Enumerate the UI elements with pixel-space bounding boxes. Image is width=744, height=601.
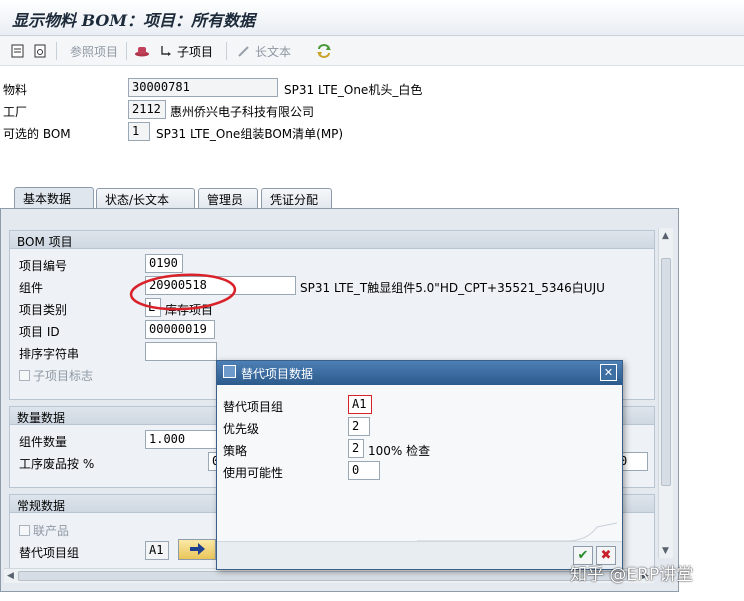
component-description: SP31 LTE_T触显组件5.0"HD_CPT+35521_5346白UJU <box>300 281 605 295</box>
strategy-label: 策略 <box>223 444 248 458</box>
dialog-divider-curve <box>417 522 617 542</box>
dialog-title: 替代项目数据 <box>241 367 314 381</box>
dialog-footer: ✔ ✖ <box>217 541 622 569</box>
alt-item-data-dialog: 替代项目数据 ✕ 替代项目组 A1 优先级 2 策略 2 100% 检查 使用可… <box>216 360 623 570</box>
item-id-label: 项目 ID <box>19 325 60 339</box>
sub-item-button[interactable]: 子项目 <box>158 41 213 61</box>
tab-basic-data[interactable]: 基本数据 <box>14 187 94 209</box>
item-no-field[interactable]: 0190 <box>145 254 183 273</box>
coproduct-label: 联产品 <box>33 524 70 538</box>
usage-probability-label: 使用可能性 <box>223 466 284 480</box>
ref-item-label: 参照项目 <box>70 44 119 59</box>
alt-bom-label: 可选的 BOM <box>3 127 71 141</box>
sub-item-indicator-label: 子项目标志 <box>33 369 94 383</box>
dialog-header: 替代项目数据 ✕ <box>217 361 622 385</box>
right-arrow-icon <box>187 543 207 561</box>
operation-scrap-label: 工序废品按 % <box>19 457 95 471</box>
sub-item-indicator[interactable]: 子项目标志 <box>19 367 93 384</box>
display-document-button[interactable] <box>32 41 48 61</box>
pencil-icon <box>236 43 252 59</box>
document-glasses-icon <box>32 43 48 59</box>
plant-label: 工厂 <box>3 105 28 119</box>
component-field[interactable]: 20900518 <box>145 276 296 295</box>
sort-string-label: 排序字符串 <box>19 347 80 361</box>
priority-label: 优先级 <box>223 422 260 436</box>
item-category-label: 项目类别 <box>19 303 68 317</box>
component-label: 组件 <box>19 281 44 295</box>
coproduct-indicator[interactable]: 联产品 <box>19 522 69 539</box>
scroll-up-arrow-icon[interactable]: ▲ <box>662 231 669 241</box>
material-label: 物料 <box>3 83 28 97</box>
sub-item-label: 子项目 <box>177 44 214 59</box>
component-qty-label: 组件数量 <box>19 435 68 449</box>
sub-item-icon <box>158 43 174 59</box>
sub-item-checkbox[interactable] <box>19 370 30 381</box>
toolbar-separator <box>226 42 227 60</box>
alt-item-group-label: 替代项目组 <box>19 546 80 560</box>
watermark-text: 知乎 @ERP讲堂 <box>570 565 694 585</box>
refresh-button[interactable] <box>316 41 332 61</box>
document-icon <box>10 43 26 59</box>
alt-bom-description: SP31 LTE_One组装BOM清单(MP) <box>156 127 344 141</box>
dialog-group-field[interactable]: A1 <box>348 395 372 414</box>
item-category-field[interactable]: L <box>145 298 161 317</box>
scroll-left-arrow-icon[interactable]: ◀ <box>7 571 14 581</box>
item-id-field[interactable]: 00000019 <box>145 320 215 339</box>
alt-item-group-field[interactable]: A1 <box>145 541 169 560</box>
material-description: SP31 LTE_One机头_白色 <box>284 83 423 97</box>
tab-administrator[interactable]: 管理员 <box>198 188 258 209</box>
horizontal-scroll-thumb[interactable] <box>18 571 628 581</box>
alt-item-details-button[interactable] <box>178 539 216 560</box>
item-category-description: 库存项目 <box>165 303 214 317</box>
title-bar: 显示物料 BOM：项目：所有数据 <box>0 0 744 36</box>
dialog-window-icon <box>223 365 236 378</box>
long-text-label: 长文本 <box>255 44 292 59</box>
vertical-scroll-thumb[interactable] <box>661 258 671 486</box>
coproduct-checkbox[interactable] <box>19 525 30 536</box>
hat-button[interactable] <box>134 41 150 61</box>
other-bom-button[interactable] <box>10 41 26 61</box>
item-no-label: 项目编号 <box>19 259 68 273</box>
priority-field[interactable]: 2 <box>348 417 370 436</box>
horizontal-scrollbar[interactable]: ◀ ▶ <box>4 568 654 583</box>
plant-field[interactable]: 2112 <box>128 100 166 119</box>
usage-probability-field[interactable]: 0 <box>348 461 380 480</box>
long-text-button[interactable]: 长文本 <box>236 41 291 61</box>
toolbar-separator <box>126 42 127 60</box>
group-title: BOM 项目 <box>10 231 654 249</box>
alt-bom-field[interactable]: 1 <box>128 122 150 141</box>
tab-status-long-text[interactable]: 状态/长文本 <box>96 188 195 209</box>
strategy-field[interactable]: 2 <box>348 439 364 458</box>
vertical-scrollbar[interactable]: ▲ ▼ <box>658 228 673 558</box>
material-field[interactable]: 30000781 <box>128 78 278 97</box>
ref-item-button[interactable]: 参照项目 <box>70 41 118 61</box>
window-title: 显示物料 BOM：项目：所有数据 <box>12 11 256 30</box>
scroll-down-arrow-icon[interactable]: ▼ <box>662 546 669 556</box>
tab-document-assignment[interactable]: 凭证分配 <box>261 188 332 209</box>
dialog-group-label: 替代项目组 <box>223 400 284 414</box>
refresh-arrows-icon <box>316 43 332 59</box>
plant-description: 惠州侨兴电子科技有限公司 <box>170 105 315 119</box>
toolbar-separator <box>56 42 57 60</box>
application-toolbar: 参照项目 子项目 长文本 <box>0 36 744 66</box>
close-icon[interactable]: ✕ <box>600 364 617 381</box>
hat-icon <box>134 43 150 59</box>
sort-string-field[interactable] <box>145 342 217 361</box>
strategy-description: 100% 检查 <box>368 444 431 458</box>
